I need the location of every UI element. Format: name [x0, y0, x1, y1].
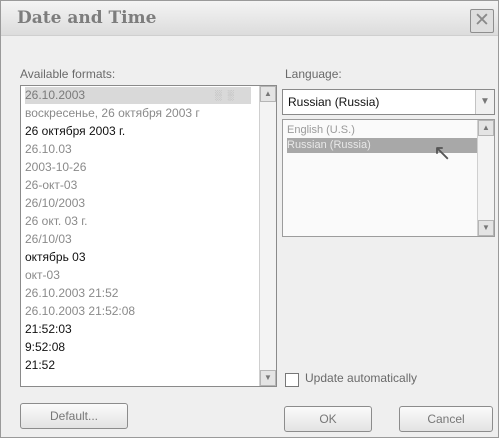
list-item[interactable]: 2003-10-26	[25, 159, 86, 176]
language-option-text: English (U.S.)	[287, 124, 355, 136]
list-item-text: 26.10.2003	[25, 88, 86, 102]
update-automatically-checkbox[interactable]	[285, 373, 299, 387]
update-automatically-text: Update automatically	[305, 371, 418, 385]
list-item[interactable]: 26-окт-03	[25, 177, 77, 194]
formats-listbox[interactable]: 26.10.2003 ░░ ● воскресенье, 26 октября …	[20, 85, 277, 387]
language-label-text: Language:	[285, 67, 342, 81]
language-select[interactable]: Russian (Russia) ▼	[282, 89, 495, 115]
formats-scrollbar[interactable]: ▲ ▼	[259, 86, 276, 386]
list-item-text: окт-03	[25, 268, 60, 282]
language-selected-value: Russian (Russia)	[288, 95, 380, 109]
list-item[interactable]: октябрь 03	[25, 249, 86, 266]
language-label: Language:	[285, 67, 342, 81]
scroll-up-icon[interactable]: ▲	[260, 86, 276, 102]
list-item[interactable]: окт-03	[25, 267, 60, 284]
list-item[interactable]: 9:52:08	[25, 339, 65, 356]
list-item-text: 26/10/2003	[25, 196, 86, 210]
cancel-button[interactable]: Cancel	[399, 406, 493, 432]
list-item-text: 26 октября 2003 г.	[25, 124, 126, 138]
list-item[interactable]: 26 окт. 03 г.	[25, 213, 88, 230]
list-item-text: 2003-10-26	[25, 160, 87, 174]
list-item[interactable]: 26.10.2003 21:52	[25, 285, 118, 302]
ok-button[interactable]: OK	[284, 406, 372, 432]
available-formats-label: Available formats:	[20, 67, 115, 81]
list-item-text: 26.10.03	[25, 142, 72, 156]
list-item-text: 21:52	[25, 358, 56, 372]
list-item-text: 26.10.2003 21:52:08	[25, 304, 136, 318]
language-option-text: Russian (Russia)	[287, 139, 371, 151]
language-dropdown-list[interactable]: English (U.S.) Russian (Russia) ↖ ▲ ▼	[282, 119, 495, 237]
list-item-text: 9:52:08	[25, 340, 66, 354]
title-bar: Date and Time ✕	[1, 1, 498, 36]
selection-dots-icon: ░░	[215, 90, 240, 100]
close-icon[interactable]: ✕	[470, 9, 494, 33]
list-item[interactable]: 21:52	[25, 357, 55, 374]
list-item[interactable]: 26 октября 2003 г.	[25, 123, 125, 140]
list-item-text: 26.10.2003 21:52	[25, 286, 119, 300]
list-item[interactable]: 26/10/03	[25, 231, 72, 248]
list-item-text: октябрь 03	[25, 250, 86, 264]
update-automatically-label[interactable]: Update automatically	[305, 371, 417, 385]
scroll-down-icon[interactable]: ▼	[260, 370, 276, 386]
default-button[interactable]: Default...	[20, 403, 128, 429]
scroll-up-icon[interactable]: ▲	[478, 120, 494, 136]
list-item-text: 26 окт. 03 г.	[25, 214, 88, 228]
list-item[interactable]: 26.10.2003 21:52:08	[25, 303, 135, 320]
list-item-text: 26/10/03	[25, 232, 72, 246]
dialog-title: Date and Time	[17, 8, 157, 28]
list-item[interactable]: воскресенье, 26 октября 2003 г	[25, 105, 200, 122]
list-item-text: 21:52:03	[25, 322, 72, 336]
list-item-text: 26-окт-03	[25, 178, 78, 192]
scroll-down-icon[interactable]: ▼	[478, 220, 494, 236]
list-item-text: воскресенье, 26 октября 2003 г	[25, 106, 200, 120]
mouse-pointer-icon: ↖	[433, 140, 452, 165]
date-time-dialog: Date and Time ✕ Available formats: 26.10…	[0, 0, 499, 438]
list-item[interactable]: 26.10.03	[25, 141, 72, 158]
available-formats-label-text: Available formats:	[20, 67, 116, 81]
language-option[interactable]: English (U.S.)	[287, 123, 355, 138]
list-item[interactable]: 26/10/2003	[25, 195, 85, 212]
chevron-down-icon[interactable]: ▼	[475, 90, 494, 114]
list-item[interactable]: 21:52:03	[25, 321, 72, 338]
language-dropdown-scrollbar[interactable]: ▲ ▼	[477, 120, 494, 236]
